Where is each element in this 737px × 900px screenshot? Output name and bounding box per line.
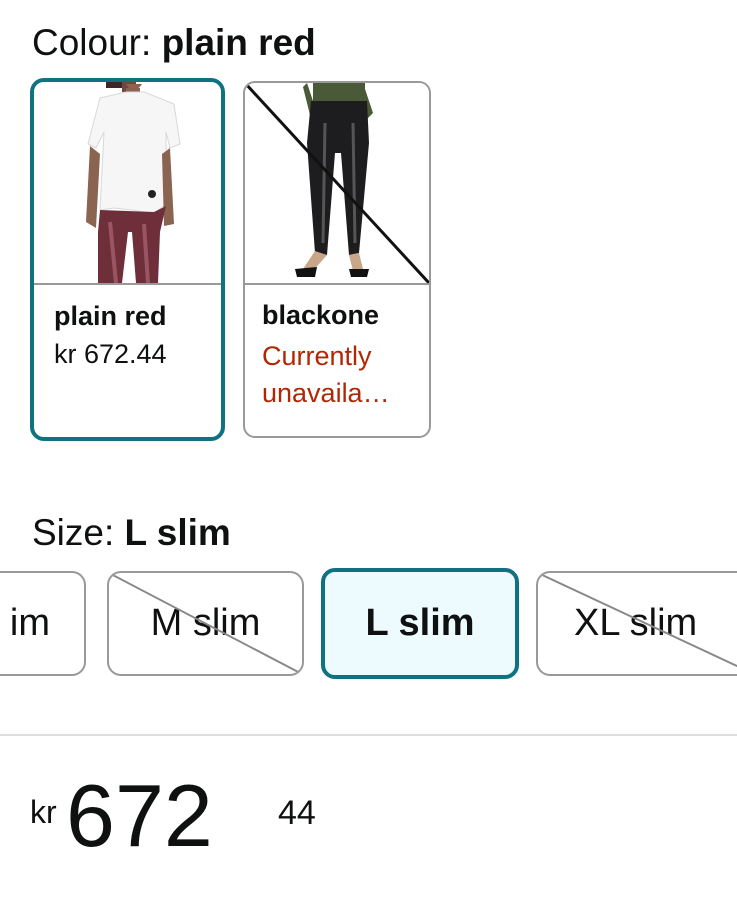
price-currency: kr	[30, 794, 57, 830]
colour-label: Colour: plain red	[32, 24, 316, 61]
size-option-label: XL slim	[574, 602, 698, 644]
size-label-key: Size:	[32, 512, 125, 553]
swatch-divider	[34, 283, 221, 285]
swatch-divider	[245, 283, 429, 285]
price-fraction: 44	[278, 794, 316, 832]
size-option-xl-slim[interactable]: XL slim	[536, 571, 737, 676]
product-image-plain-red	[34, 82, 221, 283]
size-label-value: L slim	[124, 512, 231, 553]
swatch-name: blackone	[262, 300, 380, 330]
price-display: kr 672 44	[30, 772, 430, 872]
swatch-name: plain red	[54, 301, 167, 331]
section-divider	[0, 734, 737, 736]
swatch-availability: Currently unavaila…	[262, 341, 390, 408]
price-whole: 672	[66, 766, 213, 865]
size-option-m-slim[interactable]: M slim	[107, 571, 304, 676]
size-option-l-slim[interactable]: L slim	[321, 568, 519, 679]
colour-swatch-plain-red[interactable]: plain red kr 672.44	[30, 78, 225, 441]
colour-swatch-blackone[interactable]: blackone Currently unavaila…	[243, 81, 431, 438]
size-option-label: im	[2, 602, 50, 644]
size-option-label: L slim	[365, 602, 475, 644]
colour-label-value: plain red	[161, 22, 316, 63]
size-option-label: M slim	[150, 602, 261, 644]
colour-label-key: Colour:	[32, 22, 162, 63]
product-image-blackone	[245, 83, 429, 283]
size-option-s-slim[interactable]: im	[0, 571, 86, 676]
swatch-price: kr 672.44	[54, 339, 167, 369]
size-label: Size: L slim	[32, 514, 231, 551]
